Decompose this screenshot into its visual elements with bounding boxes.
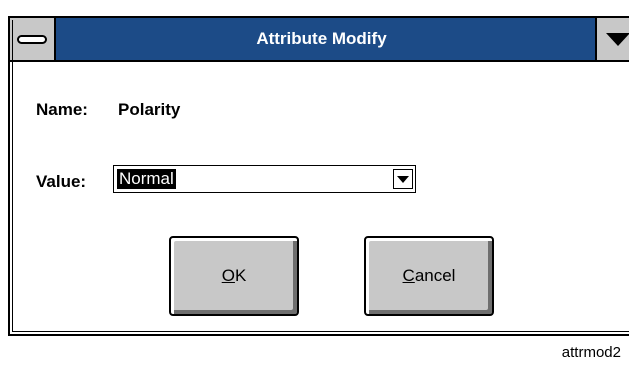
cancel-label-rest: ancel [414,266,456,285]
figure-caption: attrmod2 [561,344,621,361]
value-select[interactable]: Normal [113,165,416,193]
value-selected-text: Normal [117,169,176,189]
value-dropdown-button[interactable] [393,169,413,189]
ok-label-rest: K [234,266,247,285]
ok-button[interactable]: OK [169,236,299,316]
value-label: Value: [36,172,87,191]
name-value: Polarity [118,100,181,119]
dialog-title: Attribute Modify [256,29,387,48]
system-menu-bar-icon [17,35,47,44]
name-label: Name: [36,100,88,119]
cancel-button[interactable]: Cancel [364,236,494,316]
ok-mnemonic: O [221,266,235,285]
window-menu-button[interactable] [595,18,629,60]
chevron-down-icon [397,176,409,183]
dropdown-triangle-icon [606,33,629,46]
title-bar: Attribute Modify [10,18,629,62]
cancel-mnemonic: C [402,266,415,285]
system-menu-button[interactable] [10,18,56,60]
attribute-modify-dialog: Attribute Modify Name: Polarity Value: N… [8,16,629,336]
